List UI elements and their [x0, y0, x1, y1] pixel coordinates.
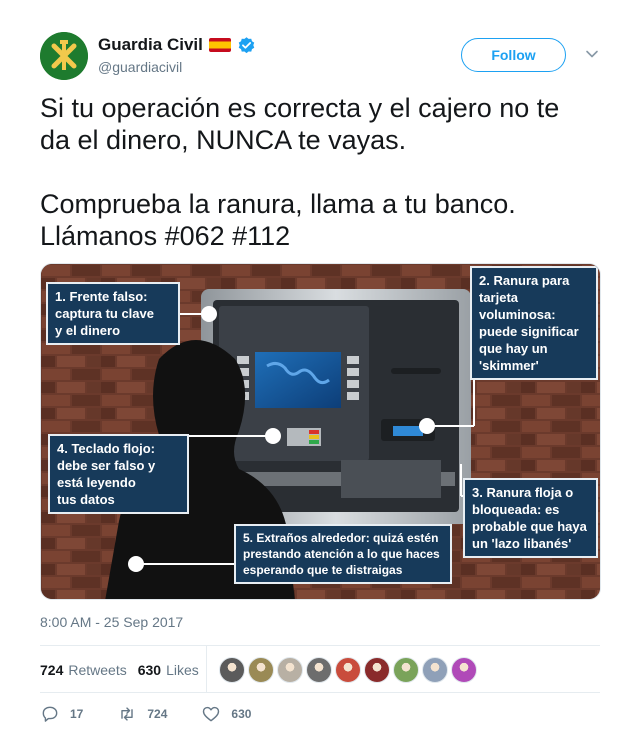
reply-icon [42, 706, 58, 722]
retweets-label[interactable]: Retweets [68, 662, 126, 678]
liker-avatar[interactable] [393, 657, 419, 683]
tweet-line: da el dinero, NUNCA te vayas. [40, 125, 407, 155]
callout-fake-front: 1. Frente falso: captura tu clave y el d… [46, 282, 180, 345]
follow-button[interactable]: Follow [461, 38, 566, 72]
retweet-icon [121, 707, 134, 721]
liker-avatar[interactable] [364, 657, 390, 683]
liker-avatar[interactable] [248, 657, 274, 683]
retweets-count[interactable]: 724 [40, 662, 63, 678]
likes-count[interactable]: 630 [138, 662, 161, 678]
liker-avatar[interactable] [219, 657, 245, 683]
retweet-count: 724 [147, 707, 168, 721]
verified-badge-icon [237, 36, 256, 55]
callout-line: puede significar [479, 324, 579, 339]
callout-line: 1. Frente falso: [55, 289, 148, 304]
tweet-timestamp[interactable]: 8:00 AM - 25 Sep 2017 [40, 614, 183, 630]
tweet-line: Comprueba la ranura, llama a tu banco. [40, 189, 516, 219]
tweet-header: Guardia Civil @guardiacivil Follow [40, 30, 600, 82]
callout-line: tus datos [57, 492, 115, 507]
divider [40, 692, 600, 693]
liker-avatar[interactable] [277, 657, 303, 683]
tweet-line[interactable]: Llámanos #062 #112 [40, 220, 600, 252]
reply-count: 17 [70, 707, 84, 721]
tweet-actions: 17 724 630 [40, 704, 285, 724]
callout-loose-slot: 3. Ranura floja o bloqueada: es probable… [463, 478, 598, 558]
callout-strangers: 5. Extraños alrededor: quizá estén prest… [234, 524, 452, 584]
display-name[interactable]: Guardia Civil [98, 35, 203, 55]
stats-separator [206, 645, 207, 692]
callout-line: está leyendo [57, 475, 136, 490]
tweet-media-image[interactable]: 1. Frente falso: captura tu clave y el d… [40, 263, 601, 600]
callout-line: tarjeta voluminosa: [479, 290, 556, 322]
callout-line: 2. Ranura para [479, 273, 570, 288]
like-count: 630 [231, 707, 252, 721]
callout-line: prestando atención a lo que haces [243, 547, 440, 561]
spain-flag-icon [208, 38, 231, 52]
callout-line: 4. Teclado flojo: [57, 441, 155, 456]
callout-line: bloqueada: es [472, 502, 560, 517]
like-button[interactable]: 630 [201, 704, 251, 724]
callout-card-slot: 2. Ranura para tarjeta voluminosa: puede… [470, 266, 598, 380]
callout-line: y el dinero [55, 323, 121, 338]
callout-line: debe ser falso y [57, 458, 156, 473]
user-handle[interactable]: @guardiacivil [98, 59, 182, 75]
tweet-line: Si tu operación es correcta y el cajero … [40, 93, 560, 123]
guardia-civil-emblem-icon [40, 32, 88, 80]
callout-line: 5. Extraños alrededor: quizá estén [243, 531, 439, 545]
callout-line: 3. Ranura floja o [472, 485, 574, 500]
chevron-down-icon[interactable] [585, 47, 599, 61]
reply-button[interactable]: 17 [40, 704, 83, 724]
liker-avatars [219, 657, 477, 683]
liker-avatar[interactable] [422, 657, 448, 683]
liker-avatar[interactable] [306, 657, 332, 683]
heart-icon [203, 706, 220, 722]
callout-line: que hay un [479, 341, 548, 356]
callout-line: captura tu clave [55, 306, 154, 321]
tweet-text: Si tu operación es correcta y el cajero … [40, 92, 600, 252]
callout-loose-keypad: 4. Teclado flojo: debe ser falso y está … [48, 434, 189, 514]
divider [40, 645, 600, 646]
likes-label[interactable]: Likes [166, 662, 199, 678]
retweet-button[interactable]: 724 [117, 704, 167, 724]
name-row: Guardia Civil [98, 34, 256, 56]
tweet-stats: 724 Retweets 630 Likes [40, 660, 210, 680]
liker-avatar[interactable] [335, 657, 361, 683]
avatar[interactable] [40, 32, 88, 80]
callout-line: esperando que te distraigas [243, 563, 403, 577]
callout-line: probable que haya [472, 519, 587, 534]
liker-avatar[interactable] [451, 657, 477, 683]
callout-line: 'skimmer' [479, 358, 539, 373]
callout-line: un 'lazo libanés' [472, 536, 572, 551]
